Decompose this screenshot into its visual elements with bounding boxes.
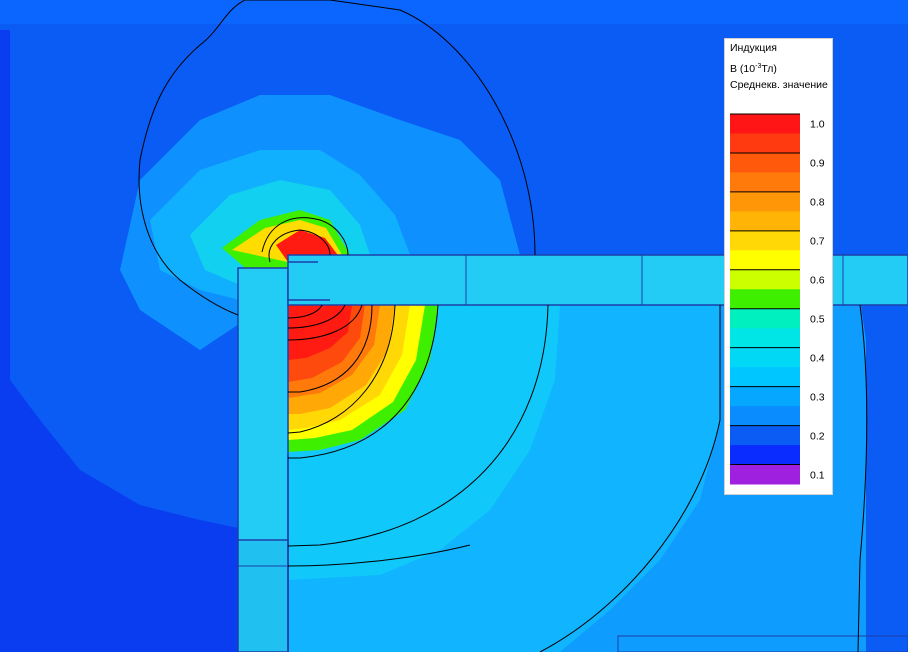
- legend-tick-label: 1.0: [810, 119, 825, 131]
- top-strip: [0, 0, 908, 24]
- legend-tick-label: 0.3: [810, 391, 825, 403]
- legend-tick-label: 0.5: [810, 313, 825, 325]
- legend-band: [730, 114, 800, 134]
- legend-band: [730, 289, 800, 310]
- legend-band: [730, 172, 800, 193]
- legend-band: [730, 464, 800, 485]
- legend-band: [730, 328, 800, 349]
- legend-band: [730, 367, 800, 388]
- legend-band: [730, 191, 800, 212]
- legend-band: [730, 133, 800, 154]
- legend-tick-label: 0.7: [810, 236, 825, 248]
- legend-band: [730, 445, 800, 466]
- legend-band: [730, 152, 800, 173]
- legend-scale: 1.00.90.80.70.60.50.40.30.20.10.0: [730, 113, 825, 485]
- legend-band: [730, 425, 800, 446]
- vertical-bar-lower: [237, 539, 289, 652]
- legend-band: [730, 211, 800, 232]
- legend-band: [730, 406, 800, 427]
- legend-band: [730, 347, 800, 368]
- legend: Индукция B (10-3Тл) Среднекв. значение 1…: [724, 38, 833, 495]
- legend-band: [730, 269, 800, 290]
- legend-band: [730, 250, 800, 271]
- legend-band: [730, 386, 800, 407]
- legend-band: [730, 308, 800, 329]
- legend-tick-label: 0.2: [810, 430, 825, 442]
- legend-tick-label: 0.8: [810, 197, 825, 209]
- legend-tick-label: 0.1: [810, 469, 825, 481]
- legend-tick-label: 0.6: [810, 275, 825, 287]
- legend-tick-label: 0.9: [810, 158, 825, 170]
- legend-band: [730, 230, 800, 251]
- legend-tick-label: 0.4: [810, 352, 825, 364]
